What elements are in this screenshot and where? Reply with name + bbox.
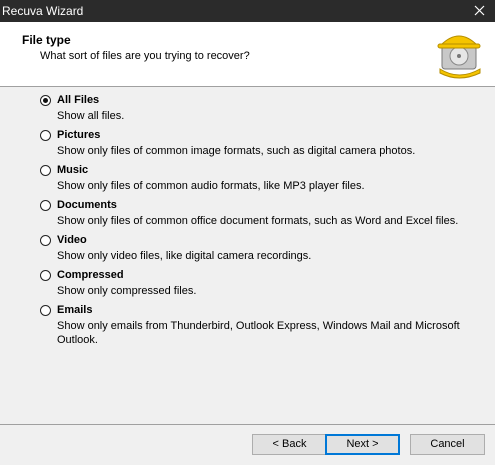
next-button[interactable]: Next > bbox=[325, 434, 400, 455]
close-icon bbox=[474, 5, 485, 16]
option-label: Music bbox=[57, 164, 89, 176]
back-button[interactable]: < Back bbox=[252, 434, 327, 455]
options-panel: All Files Show all files. Pictures Show … bbox=[0, 87, 495, 417]
footer-divider bbox=[0, 424, 495, 425]
option-label: Documents bbox=[57, 199, 117, 211]
option-label: Video bbox=[57, 234, 87, 246]
radio-documents[interactable] bbox=[40, 200, 51, 211]
wizard-header: File type What sort of files are you try… bbox=[0, 22, 495, 87]
option-description: Show only files of common audio formats,… bbox=[57, 180, 365, 192]
cancel-button[interactable]: Cancel bbox=[410, 434, 485, 455]
option-description: Show only emails from Thunderbird, Outlo… bbox=[57, 320, 460, 346]
page-subtitle: What sort of files are you trying to rec… bbox=[40, 50, 250, 62]
radio-emails[interactable] bbox=[40, 305, 51, 316]
title-bar: Recuva Wizard bbox=[0, 0, 495, 22]
radio-video[interactable] bbox=[40, 235, 51, 246]
radio-music[interactable] bbox=[40, 165, 51, 176]
option-description: Show only files of common office documen… bbox=[57, 215, 459, 227]
option-description: Show only compressed files. bbox=[57, 285, 197, 297]
option-label: Compressed bbox=[57, 269, 124, 281]
option-label: Pictures bbox=[57, 129, 101, 141]
radio-compressed[interactable] bbox=[40, 270, 51, 281]
option-label: All Files bbox=[57, 94, 100, 106]
option-description: Show only files of common image formats,… bbox=[57, 145, 416, 157]
option-label: Emails bbox=[57, 304, 93, 316]
window-title: Recuva Wizard bbox=[2, 4, 84, 18]
page-title: File type bbox=[22, 33, 71, 47]
close-button[interactable] bbox=[465, 0, 495, 22]
radio-pictures[interactable] bbox=[40, 130, 51, 141]
recuva-logo-icon bbox=[437, 35, 481, 79]
radio-all-files[interactable] bbox=[40, 95, 51, 106]
option-description: Show all files. bbox=[57, 110, 125, 122]
option-description: Show only video files, like digital came… bbox=[57, 250, 312, 262]
